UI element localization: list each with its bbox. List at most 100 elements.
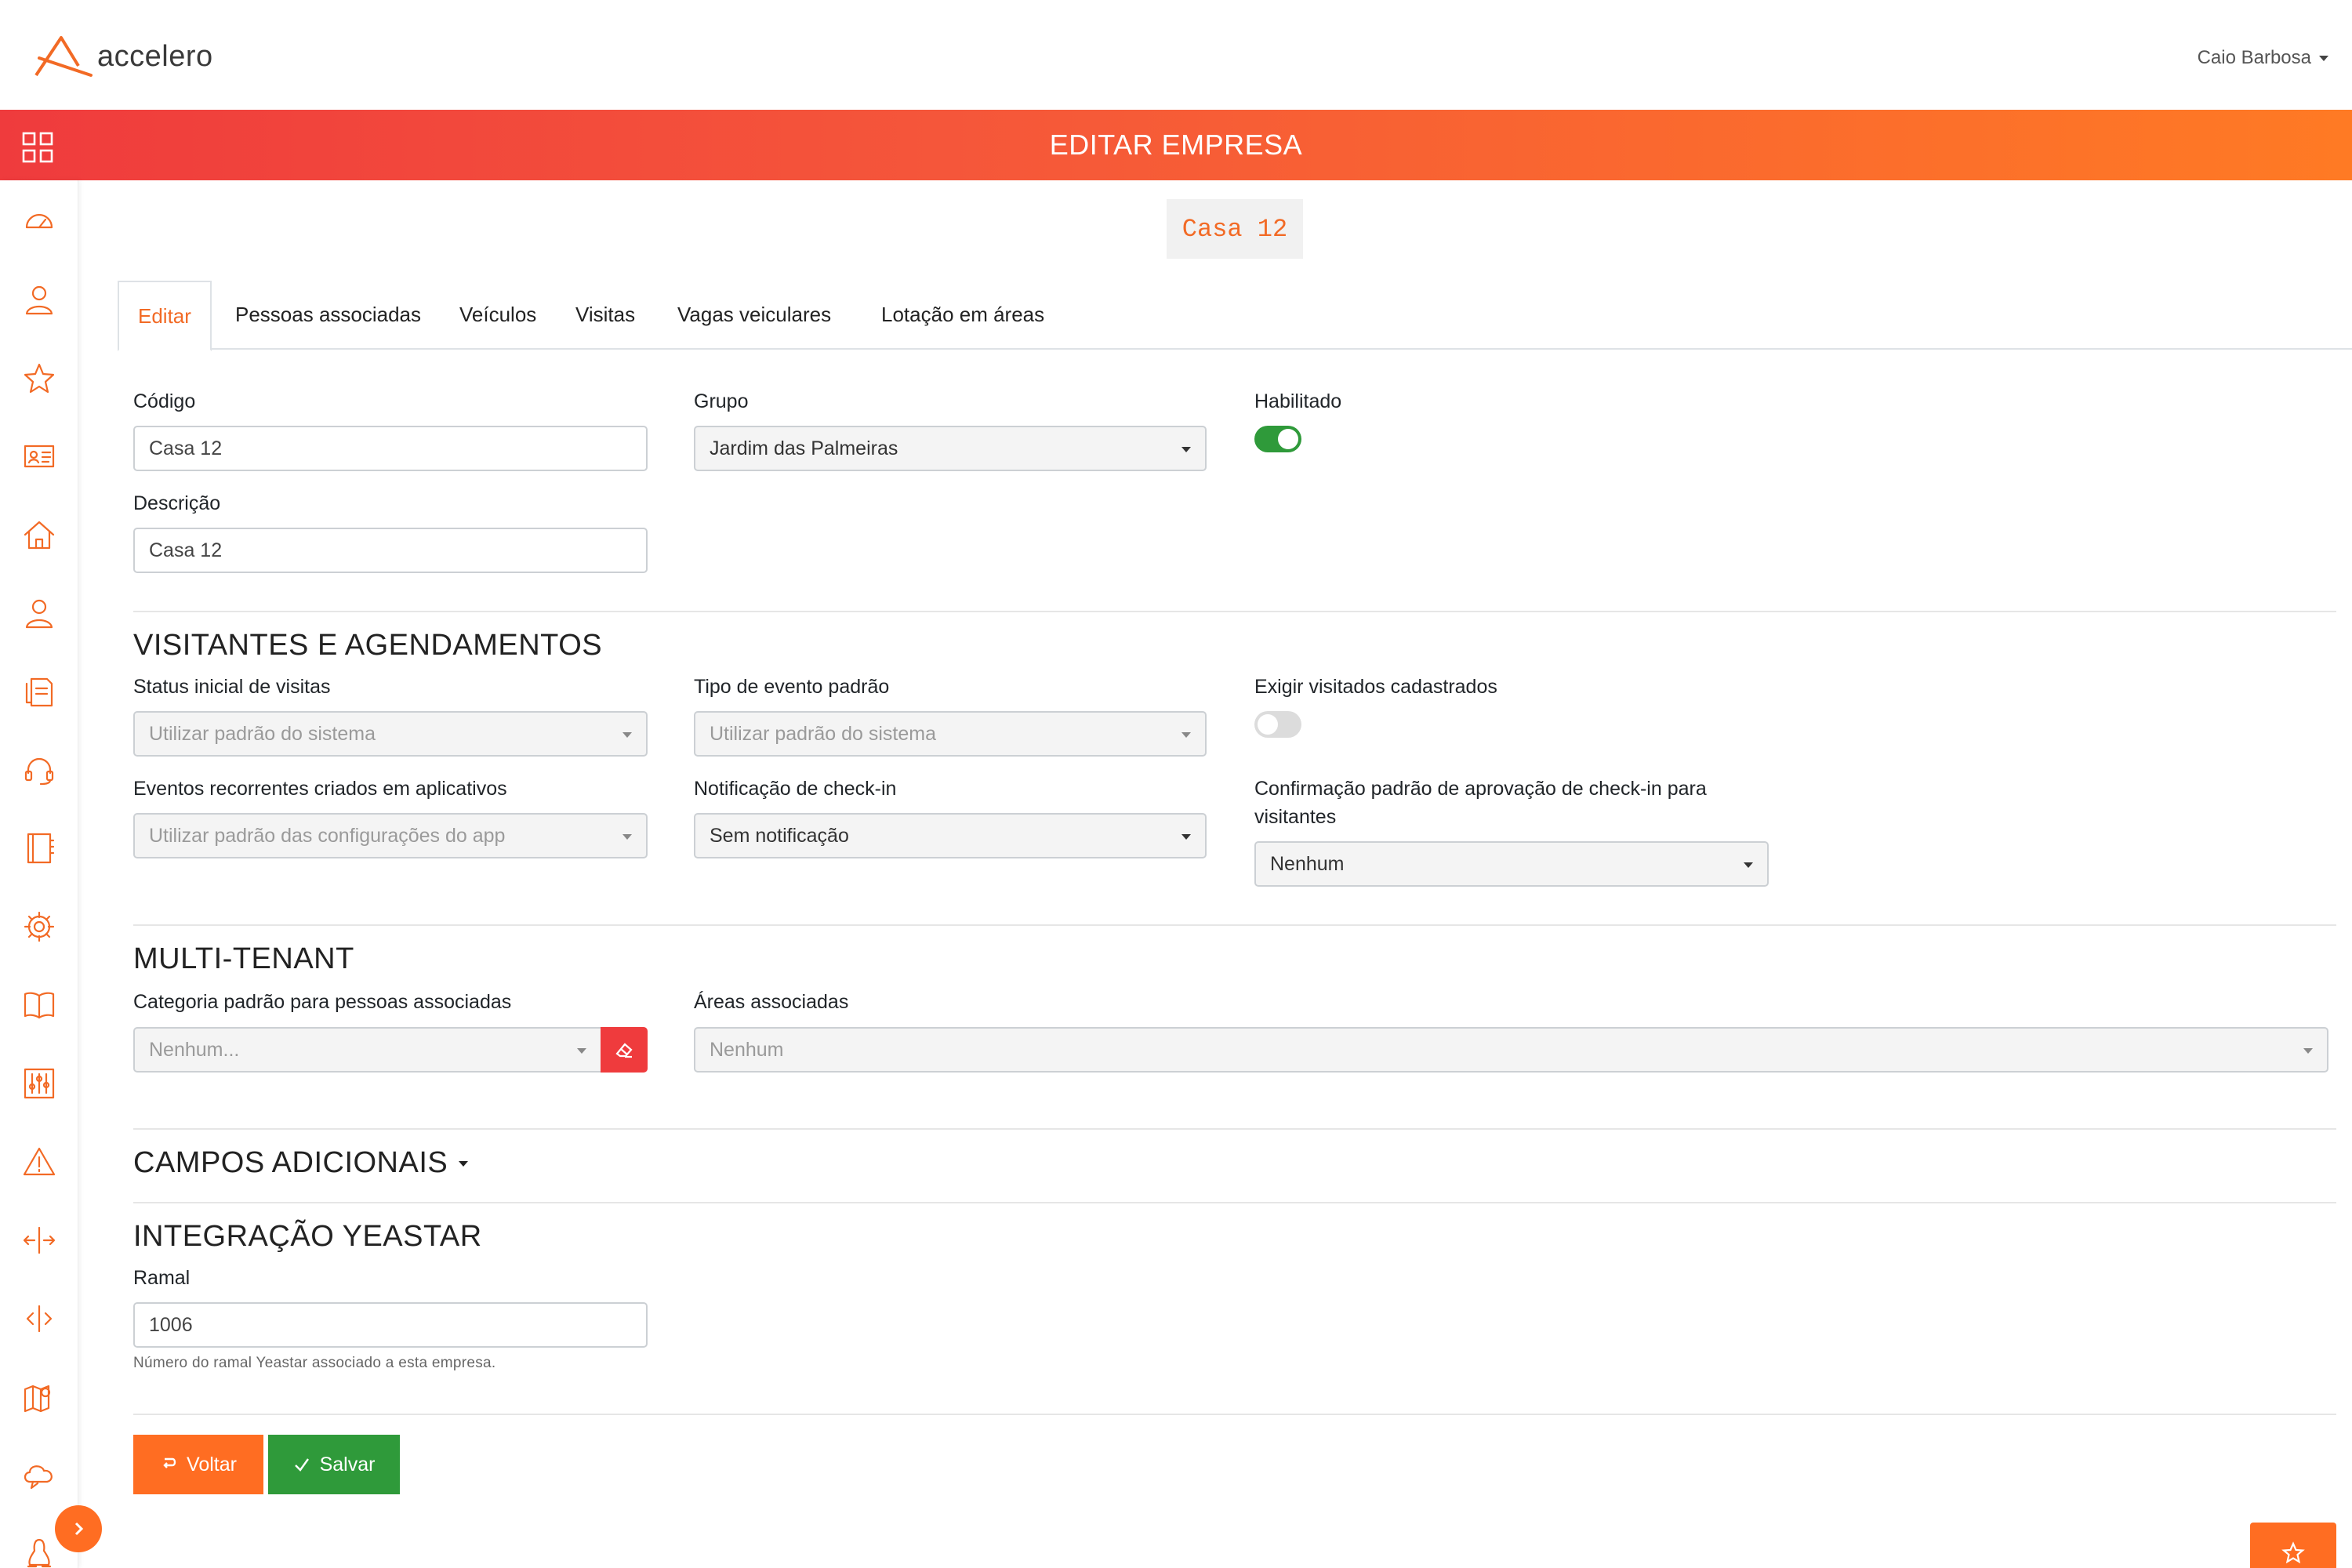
tipo-evento-label: Tipo de evento padrão [694, 676, 890, 698]
expand-sidebar-button[interactable] [55, 1505, 102, 1552]
eventos-recorrentes-value: Utilizar padrão das configurações do app [149, 825, 506, 847]
documents-icon[interactable] [22, 674, 56, 709]
areas-select[interactable]: Nenhum [694, 1027, 2328, 1073]
tipo-evento-value: Utilizar padrão do sistema [710, 723, 937, 745]
star-icon[interactable] [22, 361, 56, 395]
book-icon[interactable] [22, 988, 56, 1022]
categoria-select[interactable]: Nenhum... [133, 1027, 602, 1073]
check-icon [294, 1458, 309, 1472]
status-inicial-select[interactable]: Utilizar padrão do sistema [133, 711, 648, 757]
star-icon [2281, 1541, 2305, 1564]
logo-mark-icon [34, 36, 93, 77]
chevron-down-icon [1181, 447, 1191, 452]
favorite-button[interactable] [2250, 1523, 2336, 1568]
save-label: Salvar [319, 1453, 376, 1475]
code-split-icon[interactable] [22, 1301, 56, 1336]
chevron-down-icon [2303, 1048, 2313, 1054]
section-title-multitenant: MULTI-TENANT [133, 942, 354, 975]
confirmacao-label-line2: visitantes [1254, 806, 1337, 828]
tab-lotacao-em-areas[interactable]: Lotação em áreas [862, 281, 1063, 350]
habilitado-label: Habilitado [1254, 390, 1342, 412]
notificacao-checkin-value: Sem notificação [710, 825, 849, 847]
descricao-input[interactable]: Casa 12 [133, 528, 648, 573]
status-inicial-value: Utilizar padrão do sistema [149, 723, 376, 745]
confirmacao-select[interactable]: Nenhum [1254, 841, 1769, 887]
divider [133, 1128, 2336, 1130]
confirmacao-value: Nenhum [1270, 853, 1345, 875]
codigo-label: Código [133, 390, 196, 412]
divider [133, 924, 2336, 926]
campos-adicionais-toggle[interactable]: CAMPOS ADICIONAIS [133, 1146, 469, 1180]
descricao-label: Descrição [133, 492, 221, 514]
eventos-recorrentes-label: Eventos recorrentes criados em aplicativ… [133, 778, 507, 800]
grupo-label: Grupo [694, 390, 749, 412]
cloud-chat-icon[interactable] [22, 1458, 56, 1493]
exigir-visitados-toggle[interactable] [1254, 711, 1301, 738]
accelero-logo[interactable]: accelero [33, 34, 213, 78]
record-name-badge: Casa 12 [1167, 199, 1303, 259]
habilitado-toggle[interactable] [1254, 426, 1301, 452]
tab-bar: Editar Pessoas associadas Veículos Visit… [118, 281, 2352, 351]
person-icon[interactable] [22, 596, 56, 630]
notebook-icon[interactable] [22, 831, 56, 866]
chevron-down-icon [2319, 55, 2328, 61]
map-pin-icon[interactable] [22, 1380, 56, 1414]
page-title: EDITAR EMPRESA [1049, 129, 1303, 161]
areas-label: Áreas associadas [694, 991, 849, 1013]
top-bar: accelero Caio Barbosa [0, 0, 2352, 110]
undo-arrow-icon [163, 1457, 176, 1468]
dashboard-icon[interactable] [22, 204, 56, 238]
chevron-down-icon [1181, 732, 1191, 738]
user-menu[interactable]: Caio Barbosa [2198, 47, 2328, 69]
back-label: Voltar [187, 1453, 237, 1475]
back-button[interactable]: Voltar [133, 1435, 263, 1494]
exigir-visitados-label: Exigir visitados cadastrados [1254, 676, 1497, 698]
tipo-evento-select[interactable]: Utilizar padrão do sistema [694, 711, 1207, 757]
id-card-icon[interactable] [22, 439, 56, 474]
ramal-input[interactable]: 1006 [133, 1302, 648, 1348]
codigo-input[interactable]: Casa 12 [133, 426, 648, 471]
logo-text: accelero [97, 39, 213, 73]
chevron-down-icon [577, 1048, 586, 1054]
user-name: Caio Barbosa [2197, 47, 2311, 68]
categoria-placeholder: Nenhum... [149, 1039, 240, 1061]
save-button[interactable]: Salvar [268, 1435, 400, 1494]
linux-icon[interactable] [22, 1537, 56, 1568]
section-title-visitantes: VISITANTES E AGENDAMENTOS [133, 629, 603, 662]
chevron-down-icon [459, 1161, 469, 1167]
chevron-down-icon [622, 732, 632, 738]
warning-icon[interactable] [22, 1145, 56, 1179]
apps-grid-icon[interactable] [22, 132, 53, 163]
clear-categoria-button[interactable] [601, 1027, 648, 1073]
section-title-campos-adicionais: CAMPOS ADICIONAIS [133, 1146, 448, 1179]
home-icon[interactable] [22, 517, 56, 552]
notificacao-checkin-label: Notificação de check-in [694, 778, 897, 800]
chevron-right-icon [74, 1522, 84, 1536]
grupo-value: Jardim das Palmeiras [710, 437, 898, 459]
divider [133, 611, 2336, 612]
divider [133, 1202, 2336, 1203]
tab-pessoas-associadas[interactable]: Pessoas associadas [216, 281, 440, 350]
eventos-recorrentes-select[interactable]: Utilizar padrão das configurações do app [133, 813, 648, 858]
ramal-label: Ramal [133, 1267, 191, 1289]
notificacao-checkin-select[interactable]: Sem notificação [694, 813, 1207, 858]
tab-vagas-veiculares[interactable]: Vagas veiculares [659, 281, 850, 350]
page-header: EDITAR EMPRESA [0, 110, 2352, 180]
tab-editar[interactable]: Editar [118, 281, 212, 351]
chevron-down-icon [1181, 834, 1191, 840]
status-inicial-label: Status inicial de visitas [133, 676, 331, 698]
tab-veiculos[interactable]: Veículos [441, 281, 555, 350]
areas-placeholder: Nenhum [710, 1039, 784, 1061]
sidebar [0, 180, 78, 1568]
grupo-select[interactable]: Jardim das Palmeiras [694, 426, 1207, 471]
chevron-down-icon [622, 834, 632, 840]
user-icon[interactable] [22, 282, 56, 317]
headset-icon[interactable] [22, 753, 56, 787]
tab-visitas[interactable]: Visitas [557, 281, 654, 350]
divider [133, 1414, 2336, 1415]
arrows-split-icon[interactable] [22, 1223, 56, 1258]
section-title-yeastar: INTEGRAÇÃO YEASTAR [133, 1220, 482, 1253]
eraser-icon [615, 1043, 633, 1058]
sliders-icon[interactable] [22, 1066, 56, 1101]
gear-icon[interactable] [22, 909, 56, 944]
